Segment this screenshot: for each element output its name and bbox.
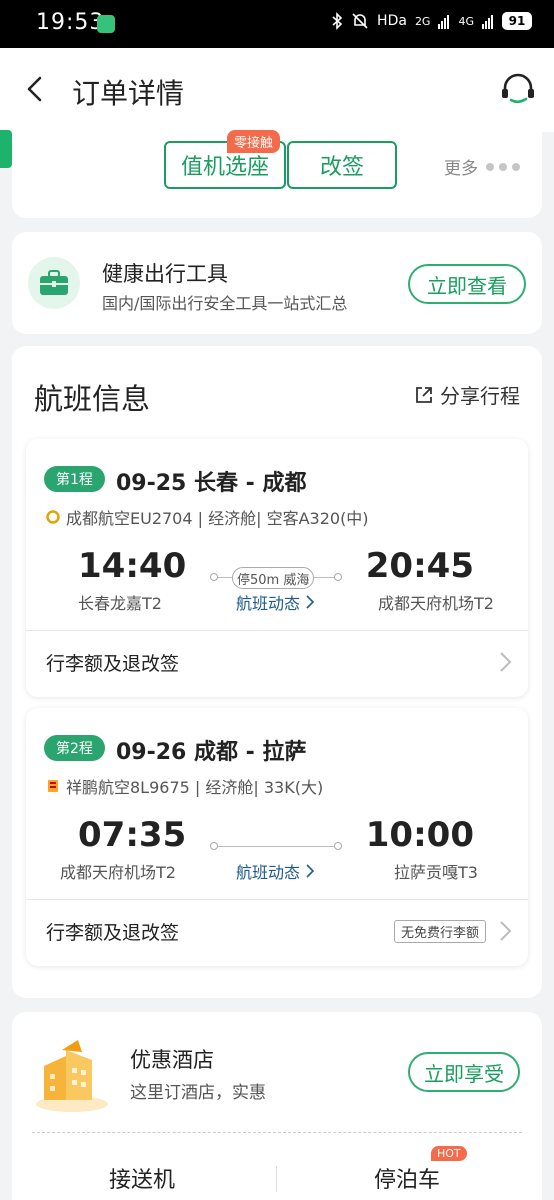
hotel-title: 优惠酒店 — [130, 1048, 214, 1072]
view-now-button[interactable]: 立即查看 — [408, 264, 526, 304]
arrival-airport: 拉萨贡嘎T3 — [394, 863, 478, 882]
battery-icon: 91 — [502, 12, 532, 30]
divider — [276, 1166, 277, 1192]
hotel-building-icon — [36, 1040, 108, 1112]
network-2g: 2G — [414, 14, 431, 28]
hotel-promo-card: 优惠酒店 这里订酒店，实惠 立即享受 接送机 停泊车 HOT — [12, 1012, 542, 1200]
zero-contact-badge: 零接触 — [227, 130, 281, 153]
hotel-subtitle: 这里订酒店，实惠 — [130, 1083, 266, 1103]
chevron-right-icon[interactable] — [496, 919, 514, 943]
baggage-rules-link[interactable]: 行李额及退改签 — [46, 918, 179, 945]
more-button[interactable]: 更多 — [444, 154, 520, 179]
checkin-actions-card: 值机选座 零接触 改签 更多 — [12, 130, 542, 218]
chengdu-airlines-logo-icon — [46, 510, 60, 524]
chevron-right-icon — [306, 595, 315, 609]
chevron-right-icon — [306, 864, 315, 878]
leg-route: 09-26 成都 - 拉萨 — [116, 740, 307, 765]
flight-dynamics-label: 航班动态 — [236, 594, 301, 613]
leg-tag: 第1程 — [44, 466, 105, 492]
departure-airport: 成都天府机场T2 — [60, 863, 176, 882]
more-label: 更多 — [444, 159, 478, 179]
flight-info-title: 航班信息 — [34, 382, 151, 416]
dashed-divider — [32, 1132, 522, 1133]
flight-dynamics-link[interactable]: 航班动态 — [236, 859, 315, 883]
leg-route: 09-25 长春 - 成都 — [116, 471, 307, 496]
airline-text: 成都航空EU2704 | 经济舱| 空客A320(中) — [66, 509, 369, 528]
more-dots-icon — [486, 162, 520, 171]
app-notification-icon — [97, 15, 115, 33]
app-header: 订单详情 — [0, 48, 554, 132]
no-free-baggage-badge: 无免费行李额 — [393, 920, 486, 943]
briefcase-icon — [28, 257, 80, 309]
departure-time: 14:40 — [78, 546, 187, 586]
airport-transfer-button[interactable]: 接送机 — [109, 1162, 175, 1194]
share-label: 分享行程 — [440, 384, 520, 408]
mute-bell-icon — [352, 13, 368, 29]
health-travel-card: 健康出行工具 国内/国际出行安全工具一站式汇总 立即查看 — [12, 232, 542, 334]
arrival-airport: 成都天府机场T2 — [378, 594, 494, 613]
enjoy-now-button[interactable]: 立即享受 — [408, 1052, 520, 1092]
baggage-rules-link[interactable]: 行李额及退改签 — [46, 649, 179, 676]
network-4g: 4G — [458, 14, 474, 28]
status-bar: 19:53 HDa 2G 4G 91 — [0, 0, 554, 48]
hot-badge: HOT — [431, 1146, 467, 1161]
health-subtitle: 国内/国际出行安全工具一站式汇总 — [102, 294, 348, 313]
stopover-badge: 停50m 威海 — [232, 567, 315, 589]
parking-button[interactable]: 停泊车 — [374, 1162, 440, 1194]
flight-dynamics-link[interactable]: 航班动态 — [236, 590, 315, 614]
bluetooth-icon — [332, 12, 343, 30]
airline-info: 成都航空EU2704 | 经济舱| 空客A320(中) — [46, 505, 369, 529]
share-icon — [416, 386, 432, 403]
flight-leg-2[interactable]: 第2程 09-26 成都 - 拉萨 祥鹏航空8L9675 | 经济舱| 33K(… — [26, 708, 528, 966]
share-itinerary-button[interactable]: 分享行程 — [414, 380, 520, 409]
page-title: 订单详情 — [72, 77, 185, 110]
status-time: 19:53 — [36, 10, 105, 35]
departure-airport: 长春龙嘉T2 — [78, 594, 162, 613]
status-icons: HDa 2G 4G 91 — [331, 12, 532, 30]
chevron-right-icon[interactable] — [496, 650, 514, 674]
lucky-air-logo-icon — [48, 780, 58, 792]
back-arrow-icon[interactable] — [20, 72, 54, 106]
airline-text: 祥鹏航空8L9675 | 经济舱| 33K(大) — [66, 778, 324, 797]
divider — [26, 899, 528, 900]
hd-indicator: HDa — [377, 13, 407, 29]
departure-time: 07:35 — [78, 815, 187, 855]
customer-service-icon[interactable] — [498, 70, 538, 110]
health-title: 健康出行工具 — [102, 262, 228, 286]
flight-dynamics-label: 航班动态 — [236, 863, 301, 882]
arrival-time: 10:00 — [365, 815, 474, 855]
flight-leg-1[interactable]: 第1程 09-25 长春 - 成都 成都航空EU2704 | 经济舱| 空客A3… — [26, 439, 528, 697]
divider — [26, 630, 528, 631]
airline-info: 祥鹏航空8L9675 | 经济舱| 33K(大) — [46, 774, 323, 798]
flight-info-card: 航班信息 分享行程 第1程 09-25 长春 - 成都 成都航空EU2704 |… — [12, 346, 542, 998]
rebook-button[interactable]: 改签 — [287, 141, 397, 189]
arrival-time: 20:45 — [365, 546, 474, 586]
side-indicator — [0, 130, 12, 168]
leg-tag: 第2程 — [44, 735, 105, 761]
signal-icon-2 — [482, 15, 493, 29]
signal-icon — [438, 15, 450, 29]
